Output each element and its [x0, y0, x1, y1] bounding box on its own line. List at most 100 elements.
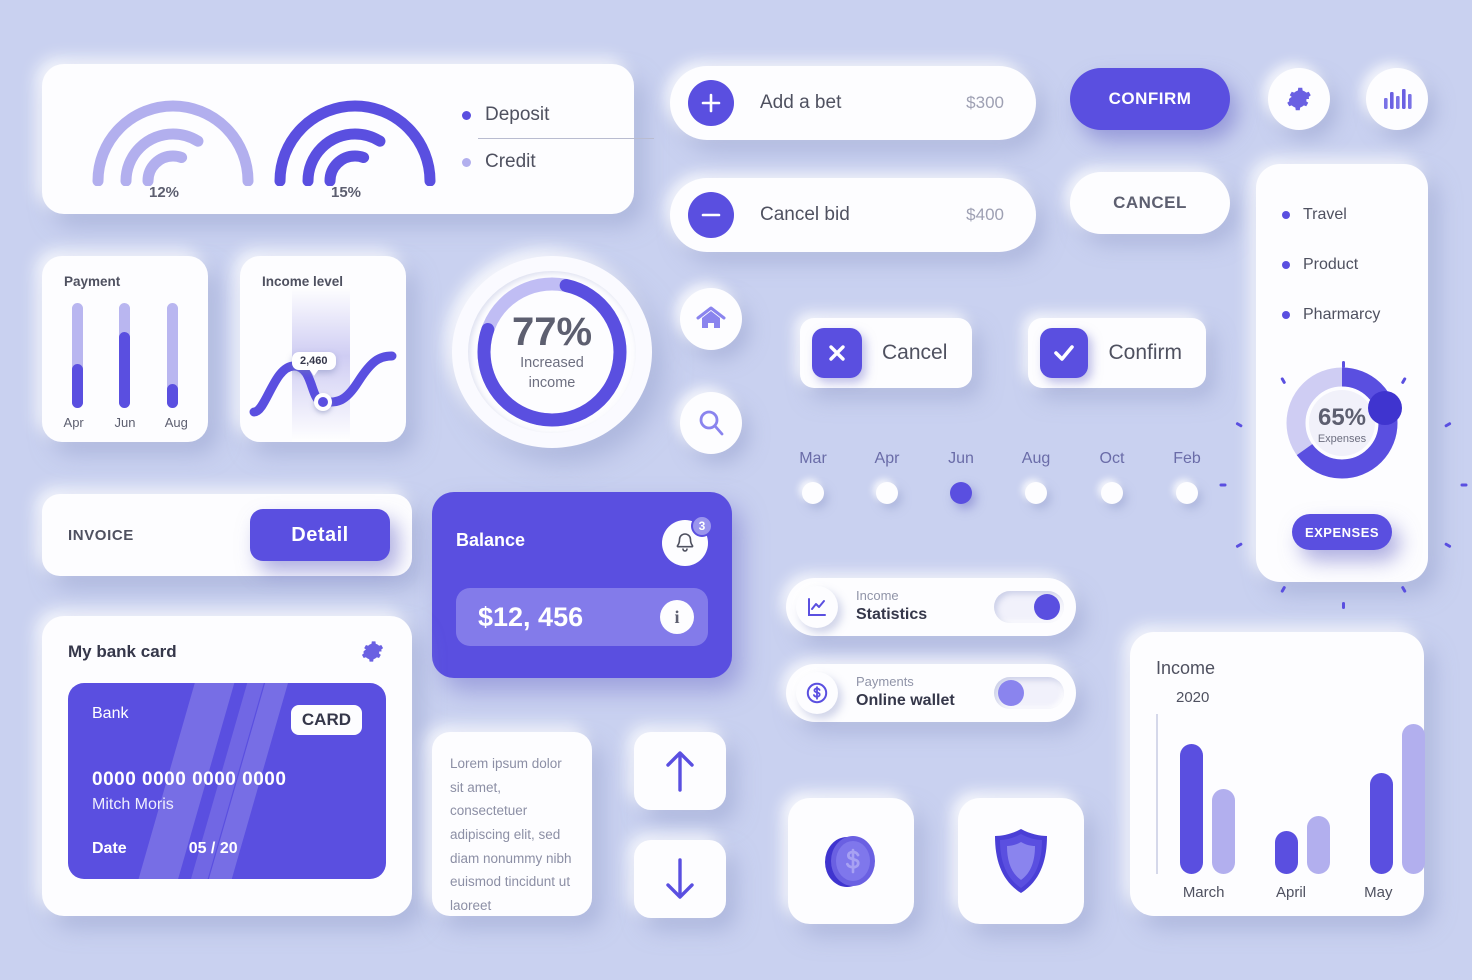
lorem-text: Lorem ipsum dolor sit amet, consectetuer…: [450, 756, 572, 913]
chart-bargroup-may[interactable]: [1370, 724, 1425, 874]
online-wallet-toggle-row[interactable]: Payments Online wallet: [786, 664, 1076, 722]
chart-title: Income: [1156, 658, 1216, 678]
invoice-detail-button[interactable]: Detail: [250, 509, 390, 561]
expenses-button[interactable]: EXPENSES: [1292, 514, 1392, 550]
increased-income-gauge-ring: [477, 277, 627, 427]
legend-item-deposit[interactable]: Deposit: [462, 92, 612, 138]
home-icon: [696, 306, 726, 328]
statistics-toggle-row[interactable]: Income Statistics: [786, 578, 1076, 636]
chart-bargroup-march[interactable]: [1180, 744, 1235, 874]
legend-label-credit: Credit: [485, 151, 536, 172]
legend-item-credit[interactable]: Credit: [462, 139, 612, 185]
chart-bar-may-light: [1402, 724, 1425, 874]
payment-card: Payment Apr Jun Aug: [42, 256, 208, 442]
income-chart-card: Income 2020 March April May: [1130, 632, 1425, 916]
online-wallet-subtitle: Payments: [856, 674, 914, 690]
rainbow-gauge-1-percent: 12%: [149, 184, 180, 201]
balance-amount: $12, 456: [478, 601, 584, 632]
arrow-up-button[interactable]: [634, 732, 726, 810]
dollar-coin-icon: [796, 672, 838, 714]
bank-card-gear-icon[interactable]: [359, 638, 386, 665]
month-label-feb: Feb: [1173, 450, 1201, 467]
chart-bargroup-april[interactable]: [1275, 816, 1330, 874]
legend-label-deposit: Deposit: [485, 104, 550, 125]
online-wallet-toggle-switch[interactable]: [994, 677, 1064, 709]
expense-category-pharmarcy[interactable]: Pharmarcy: [1256, 290, 1428, 340]
expense-label-product: Product: [1303, 256, 1359, 273]
deposit-credit-legend: Deposit Credit: [462, 92, 654, 185]
cancel-choice-button[interactable]: Cancel: [800, 318, 972, 388]
month-option-jun[interactable]: Jun: [930, 450, 992, 504]
minus-icon[interactable]: [688, 192, 734, 238]
month-option-aug[interactable]: Aug: [1005, 450, 1067, 504]
add-bet-row[interactable]: Add a bet $300: [670, 66, 1036, 140]
month-label-mar: Mar: [799, 450, 827, 467]
coin-tile-button[interactable]: [788, 798, 914, 924]
increased-income-gauge: 77% Increased income: [452, 256, 652, 448]
expenses-gauge-caption: Expenses: [1317, 433, 1367, 445]
plus-icon[interactable]: [688, 80, 734, 126]
lorem-text-card: Lorem ipsum dolor sit amet, consectetuer…: [432, 732, 592, 916]
bar-chart-icon-button[interactable]: [1366, 68, 1428, 130]
balance-amount-field[interactable]: $12, 456 i: [456, 588, 708, 646]
payment-label-apr: Apr: [63, 415, 84, 430]
shield-tile-button[interactable]: [958, 798, 1084, 924]
add-bet-label: Add a bet: [760, 92, 842, 113]
month-dot-jun[interactable]: [950, 482, 972, 504]
home-button[interactable]: [680, 288, 742, 350]
payment-bar-aug[interactable]: [166, 303, 178, 408]
invoice-label: INVOICE: [68, 526, 134, 544]
card-number: 0000 0000 0000 0000: [92, 769, 287, 790]
statistics-title: Statistics: [856, 605, 928, 623]
expense-dot-travel: [1282, 211, 1290, 219]
month-dot-aug[interactable]: [1025, 482, 1047, 504]
gear-icon-button[interactable]: [1268, 68, 1330, 130]
month-label-jun: Jun: [948, 450, 974, 467]
income-level-datapoint[interactable]: [314, 393, 332, 411]
payment-bar-jun[interactable]: [119, 303, 131, 408]
add-bet-amount: $300: [966, 93, 1004, 112]
credit-card-visual[interactable]: Bank CARD 0000 0000 0000 0000 Mitch Mori…: [68, 683, 386, 879]
cancel-bid-label: Cancel bid: [760, 204, 850, 225]
payment-bar-apr[interactable]: [72, 303, 84, 408]
chart-bar-may-dark: [1370, 773, 1393, 874]
card-date-label: Date: [92, 840, 127, 857]
month-dot-apr[interactable]: [876, 482, 898, 504]
notification-bell-button[interactable]: 3: [662, 515, 713, 566]
expense-category-product[interactable]: Product: [1256, 240, 1428, 290]
chart-bar-april-light: [1307, 816, 1330, 874]
cancel-bid-amount: $400: [966, 205, 1004, 224]
expenses-gauge: 65% Expenses: [1219, 348, 1468, 609]
expense-category-travel[interactable]: Travel: [1256, 190, 1428, 240]
payment-bars: [42, 303, 208, 408]
search-button[interactable]: [680, 392, 742, 454]
statistics-toggle-switch[interactable]: [994, 591, 1064, 623]
legend-dot-deposit: [462, 110, 471, 120]
month-option-feb[interactable]: Feb: [1156, 450, 1218, 504]
info-icon[interactable]: i: [660, 600, 694, 634]
confirm-choice-button[interactable]: Confirm: [1028, 318, 1206, 388]
month-dot-oct[interactable]: [1101, 482, 1123, 504]
month-option-oct[interactable]: Oct: [1081, 450, 1143, 504]
income-level-tooltip: 2,460: [292, 352, 336, 376]
expense-dot-pharmarcy: [1282, 311, 1290, 319]
chart-xlabel-april: April: [1275, 884, 1306, 901]
arrow-down-icon: [666, 858, 694, 899]
expense-dot-product: [1282, 261, 1290, 269]
rainbow-gauge-1: [88, 86, 258, 186]
online-wallet-toggle-knob: [998, 680, 1024, 706]
month-dot-mar[interactable]: [802, 482, 824, 504]
cancel-button[interactable]: CANCEL: [1070, 172, 1230, 234]
income-level-line: [249, 351, 397, 417]
chart-plot-area: [1156, 714, 1425, 874]
month-option-mar[interactable]: Mar: [782, 450, 844, 504]
payment-label-jun: Jun: [114, 415, 136, 430]
rainbow-gauge-2-percent: 15%: [331, 184, 362, 201]
cancel-bid-row[interactable]: Cancel bid $400: [670, 178, 1036, 252]
confirm-button[interactable]: CONFIRM: [1070, 68, 1230, 130]
month-dot-feb[interactable]: [1176, 482, 1198, 504]
arrow-down-button[interactable]: [634, 840, 726, 918]
month-option-apr[interactable]: Apr: [856, 450, 918, 504]
card-holder-name: Mitch Moris: [92, 796, 174, 813]
expense-label-pharmarcy: Pharmarcy: [1303, 306, 1381, 323]
